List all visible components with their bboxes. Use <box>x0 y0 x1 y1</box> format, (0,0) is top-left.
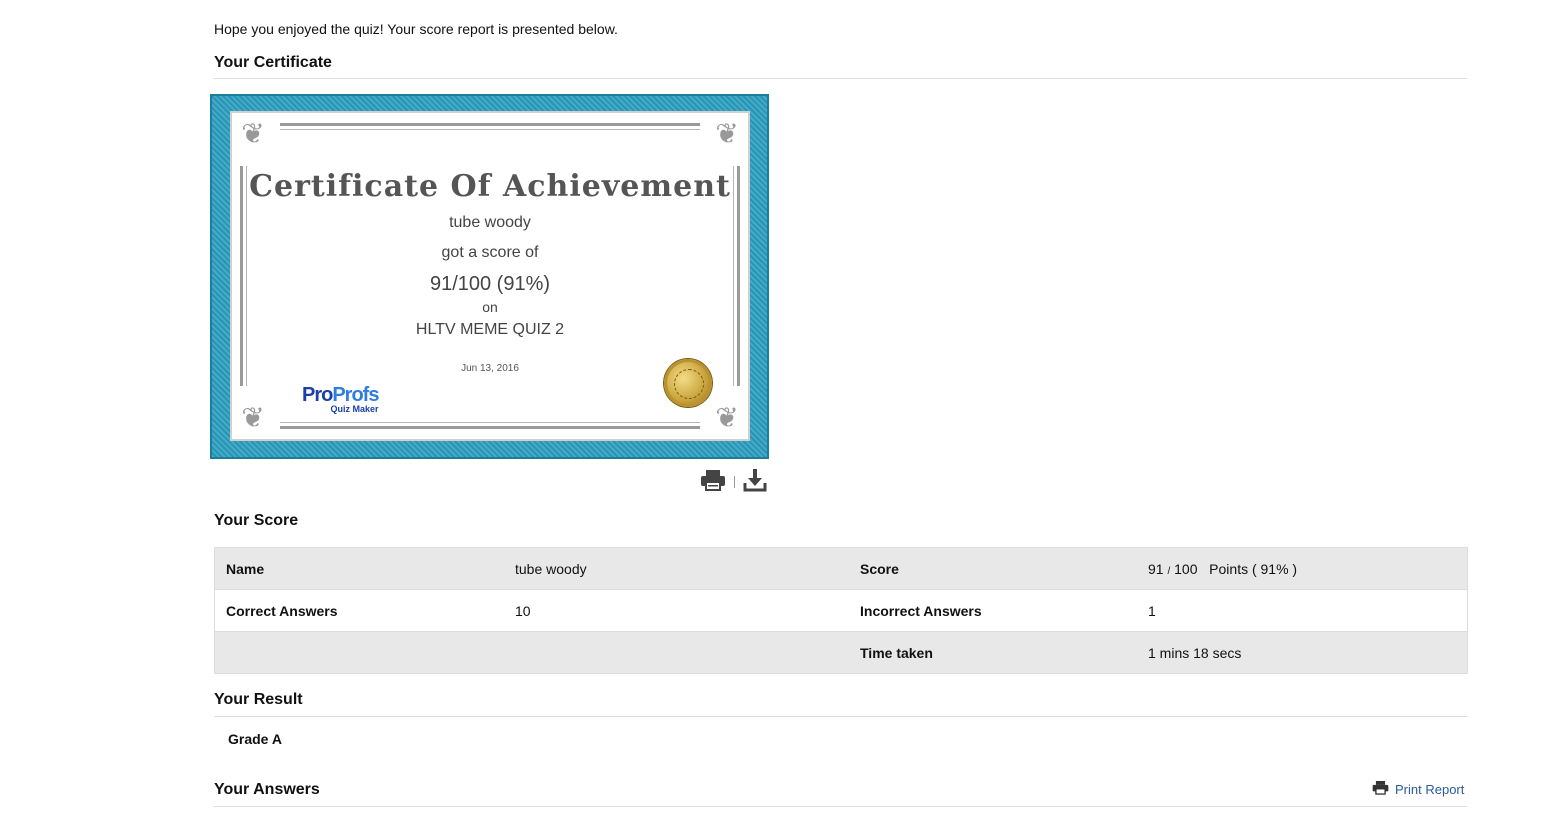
corner-ornament-icon: ❦ <box>241 402 265 433</box>
value-score: 91 / 100 Points ( 91% ) <box>1137 547 1468 590</box>
section-title-answers: Your Answers <box>214 781 320 798</box>
grade-text: Grade A <box>228 731 282 747</box>
label-time: Time taken <box>849 631 1137 674</box>
section-divider <box>214 78 1467 79</box>
certificate-quiz-name: HLTV MEME QUIZ 2 <box>415 321 565 338</box>
section-title-certificate: Your Certificate <box>214 54 332 71</box>
certificate-paper: ❦ ❦ ❦ ❦ Certificate Of Achievement tube … <box>230 111 750 441</box>
printer-icon <box>1372 780 1389 798</box>
value-incorrect: 1 <box>1137 589 1468 632</box>
score-points: Points ( 91% ) <box>1209 560 1298 577</box>
label-name: Name <box>214 547 504 590</box>
label-incorrect: Incorrect Answers <box>849 589 1137 632</box>
score-den: 100 <box>1174 560 1198 577</box>
print-report-label: Print Report <box>1395 781 1465 797</box>
gold-seal-icon <box>664 359 712 407</box>
certificate-border <box>280 426 700 429</box>
actions-separator <box>734 476 735 488</box>
score-slash: / <box>1167 565 1171 577</box>
print-report-button[interactable]: Print Report <box>1372 780 1464 798</box>
corner-ornament-icon: ❦ <box>241 118 265 149</box>
section-divider <box>214 716 1467 717</box>
certificate: ❦ ❦ ❦ ❦ Certificate Of Achievement tube … <box>210 94 769 459</box>
certificate-title: Certificate Of Achievement <box>249 169 731 204</box>
section-divider <box>214 806 1467 807</box>
table-row: Correct Answers 10 Incorrect Answers 1 <box>214 589 1468 632</box>
corner-ornament-icon: ❦ <box>715 118 739 149</box>
certificate-actions <box>700 468 767 496</box>
logo-pro: Pro <box>302 384 333 406</box>
corner-ornament-icon: ❦ <box>715 402 739 433</box>
value-correct: 10 <box>504 589 849 632</box>
certificate-got-score: got a score of <box>441 244 539 261</box>
certificate-border <box>280 129 700 130</box>
intro-text: Hope you enjoyed the quiz! Your score re… <box>214 21 618 37</box>
score-table: Name tube woody Score 91 / 100 Points ( … <box>214 547 1468 674</box>
section-title-result: Your Result <box>214 691 303 708</box>
proprofs-logo: ProProfs Quiz Maker <box>302 384 379 414</box>
empty-cell <box>214 631 504 674</box>
score-num: 91 <box>1148 560 1164 577</box>
value-time: 1 mins 18 secs <box>1137 631 1468 674</box>
download-icon[interactable] <box>743 468 767 497</box>
certificate-on: on <box>482 299 498 315</box>
printer-icon[interactable] <box>700 469 726 496</box>
certificate-score: 91/100 (91%) <box>429 273 551 295</box>
table-row: Time taken 1 mins 18 secs <box>214 631 1468 674</box>
empty-cell <box>504 631 849 674</box>
label-correct: Correct Answers <box>214 589 504 632</box>
certificate-recipient: tube woody <box>449 214 531 231</box>
logo-profs: Profs <box>332 384 379 406</box>
certificate-border <box>280 422 700 423</box>
label-score: Score <box>849 547 1137 590</box>
certificate-border <box>280 123 700 126</box>
section-title-score: Your Score <box>214 512 299 529</box>
value-name: tube woody <box>504 547 849 590</box>
table-row: Name tube woody Score 91 / 100 Points ( … <box>214 547 1468 590</box>
